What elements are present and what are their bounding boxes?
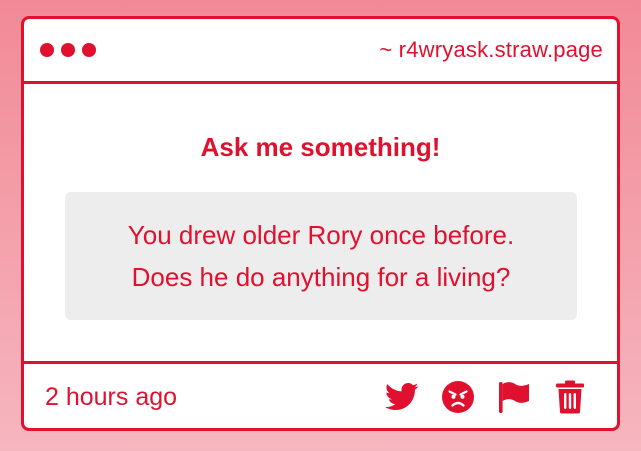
report-flag-button[interactable] [497, 380, 531, 414]
window-dot-2 [61, 43, 75, 57]
ask-card: ~ r4wryask.straw.page Ask me something! … [21, 16, 620, 431]
angry-face-icon [442, 381, 474, 413]
question-line-2: Does he do anything for a living? [131, 262, 511, 292]
twitter-icon [385, 382, 419, 411]
timestamp: 2 hours ago [45, 383, 178, 411]
trash-icon [556, 380, 584, 414]
delete-button[interactable] [553, 380, 587, 414]
question-box: You drew older Rory once before. Does he… [65, 192, 577, 320]
card-body: Ask me something! You drew older Rory on… [24, 84, 617, 361]
action-bar [385, 380, 587, 414]
flag-icon [499, 382, 529, 413]
window-dots [40, 43, 96, 57]
card-footer: 2 hours ago [24, 361, 617, 428]
page-title: Ask me something! [200, 132, 441, 162]
react-angry-button[interactable] [441, 380, 475, 414]
twitter-share-button[interactable] [385, 380, 419, 414]
question-line-1: You drew older Rory once before. [127, 220, 515, 250]
window-dot-3 [82, 43, 96, 57]
window-dot-1 [40, 43, 54, 57]
site-url[interactable]: ~ r4wryask.straw.page [379, 37, 603, 63]
window-titlebar: ~ r4wryask.straw.page [24, 19, 617, 84]
